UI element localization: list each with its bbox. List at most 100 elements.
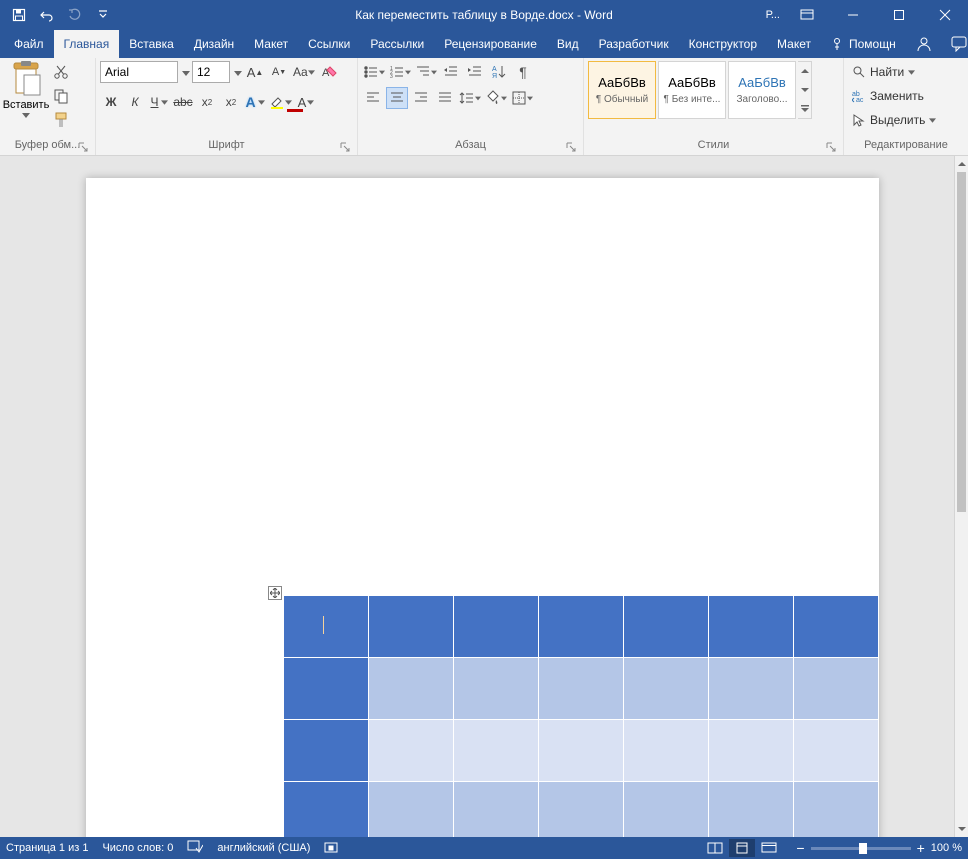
shrink-font-button[interactable]: A▼	[268, 61, 290, 83]
qat-redo[interactable]	[62, 2, 88, 28]
svg-text:Я: Я	[492, 73, 497, 80]
tab-design[interactable]: Дизайн	[184, 30, 244, 58]
tab-layout[interactable]: Макет	[244, 30, 298, 58]
page[interactable]	[86, 178, 879, 837]
tab-mailings[interactable]: Рассылки	[360, 30, 434, 58]
subscript-button[interactable]: x2	[196, 91, 218, 113]
paragraph-dialog-launcher[interactable]	[565, 141, 577, 153]
shading-button[interactable]	[484, 87, 508, 109]
strikethrough-button[interactable]: abc	[172, 91, 194, 113]
format-painter-button[interactable]	[50, 109, 72, 131]
font-dialog-launcher[interactable]	[339, 141, 351, 153]
table-move-handle[interactable]	[268, 586, 282, 600]
account-icon[interactable]	[906, 36, 942, 52]
tab-file[interactable]: Файл	[4, 30, 54, 58]
svg-text:A: A	[492, 66, 497, 73]
numbering-button[interactable]: 123	[388, 61, 412, 83]
status-words[interactable]: Число слов: 0	[102, 842, 173, 854]
svg-text:ac: ac	[856, 97, 864, 103]
tell-me[interactable]: Помощн	[821, 37, 906, 51]
status-macro-icon[interactable]	[324, 840, 338, 857]
decrease-indent-button[interactable]	[440, 61, 462, 83]
comments-icon[interactable]	[942, 36, 968, 52]
zoom-out-button[interactable]: −	[796, 840, 804, 856]
styles-gallery-more[interactable]	[798, 61, 812, 119]
superscript-button[interactable]: x2	[220, 91, 242, 113]
help-label: Помощн	[849, 37, 896, 51]
cut-button[interactable]	[50, 61, 72, 83]
paste-label: Вставить	[3, 99, 50, 111]
paragraph-group-label: Абзац	[455, 139, 486, 151]
text-effects-button[interactable]: A	[244, 91, 266, 113]
show-marks-button[interactable]: ¶	[512, 61, 534, 83]
scroll-up-button[interactable]	[955, 156, 968, 172]
italic-button[interactable]: К	[124, 91, 146, 113]
font-name-dropdown[interactable]	[182, 61, 190, 83]
qat-save[interactable]	[6, 2, 32, 28]
borders-button[interactable]	[510, 87, 534, 109]
window-minimize[interactable]	[830, 0, 876, 30]
tab-view[interactable]: Вид	[547, 30, 589, 58]
increase-indent-button[interactable]	[464, 61, 486, 83]
status-page[interactable]: Страница 1 из 1	[6, 842, 88, 854]
zoom-level[interactable]: 100 %	[931, 842, 962, 854]
window-close[interactable]	[922, 0, 968, 30]
vertical-scrollbar[interactable]	[954, 156, 968, 837]
document-table[interactable]	[283, 595, 879, 837]
font-size-dropdown[interactable]	[234, 61, 242, 83]
replace-button[interactable]: abac Заменить	[848, 85, 940, 107]
editing-group-label: Редактирование	[864, 139, 948, 151]
styles-dialog-launcher[interactable]	[825, 141, 837, 153]
sort-button[interactable]: AЯ	[488, 61, 510, 83]
scroll-thumb[interactable]	[957, 172, 966, 512]
multilevel-list-button[interactable]	[414, 61, 438, 83]
align-left-button[interactable]	[362, 87, 384, 109]
font-color-button[interactable]: A	[295, 91, 317, 113]
font-group-label: Шрифт	[208, 139, 244, 151]
find-button[interactable]: Найти	[848, 61, 940, 83]
tab-developer[interactable]: Разработчик	[589, 30, 679, 58]
document-area[interactable]	[0, 156, 954, 837]
tab-home[interactable]: Главная	[54, 30, 120, 58]
view-web-layout[interactable]	[756, 839, 782, 857]
clipboard-dialog-launcher[interactable]	[77, 141, 89, 153]
bold-button[interactable]: Ж	[100, 91, 122, 113]
select-button[interactable]: Выделить	[848, 109, 940, 131]
tab-table-design[interactable]: Конструктор	[679, 30, 767, 58]
font-size-input[interactable]	[192, 61, 230, 83]
align-center-button[interactable]	[386, 87, 408, 109]
tab-insert[interactable]: Вставка	[119, 30, 184, 58]
svg-text:3: 3	[390, 74, 393, 80]
change-case-button[interactable]: Aa	[292, 61, 316, 83]
tab-review[interactable]: Рецензирование	[434, 30, 547, 58]
qat-undo[interactable]	[34, 2, 60, 28]
ribbon-display-options[interactable]	[784, 0, 830, 30]
styles-group-label: Стили	[698, 139, 730, 151]
tab-references[interactable]: Ссылки	[298, 30, 360, 58]
zoom-slider[interactable]	[811, 847, 911, 850]
line-spacing-button[interactable]	[458, 87, 482, 109]
zoom-in-button[interactable]: +	[917, 840, 925, 856]
view-print-layout[interactable]	[729, 839, 755, 857]
tab-table-layout[interactable]: Макет	[767, 30, 821, 58]
scroll-down-button[interactable]	[955, 821, 968, 837]
align-right-button[interactable]	[410, 87, 432, 109]
clear-formatting-button[interactable]: A	[318, 61, 340, 83]
status-language[interactable]: английский (США)	[217, 842, 310, 854]
bullets-button[interactable]	[362, 61, 386, 83]
style-no-spacing[interactable]: АаБбВв ¶ Без инте...	[658, 61, 726, 119]
underline-button[interactable]: Ч	[148, 91, 170, 113]
qat-customize[interactable]	[90, 2, 116, 28]
font-name-input[interactable]	[100, 61, 178, 83]
justify-button[interactable]	[434, 87, 456, 109]
copy-button[interactable]	[50, 85, 72, 107]
status-spellcheck-icon[interactable]	[187, 840, 203, 857]
view-read-mode[interactable]	[702, 839, 728, 857]
style-heading1[interactable]: АаБбВв Заголово...	[728, 61, 796, 119]
grow-font-button[interactable]: A▲	[244, 61, 266, 83]
text-cursor	[323, 616, 324, 634]
window-maximize[interactable]	[876, 0, 922, 30]
paste-button[interactable]: Вставить	[4, 61, 48, 118]
style-normal[interactable]: АаБбВв ¶ Обычный	[588, 61, 656, 119]
clipboard-group-label: Буфер обм...	[15, 139, 81, 151]
